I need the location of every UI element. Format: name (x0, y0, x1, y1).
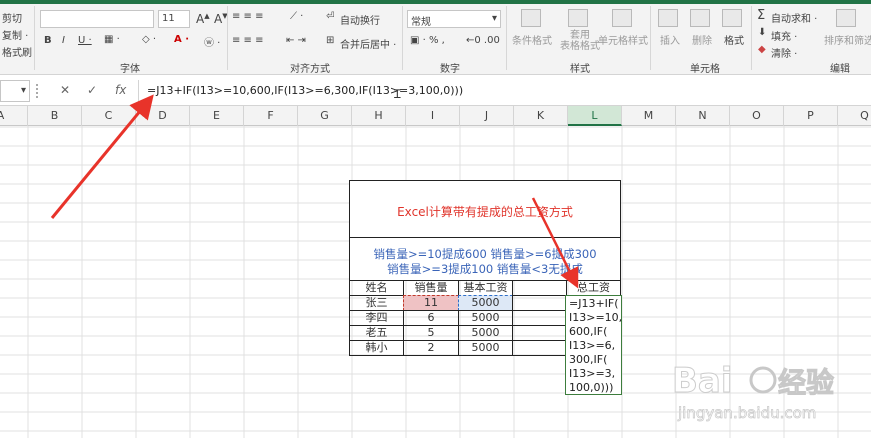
svg-text:经验: 经验 (778, 366, 834, 399)
arrow-to-total-salary (531, 197, 579, 289)
watermark-logo: Bai 经验 jingyan.baidu.com (672, 361, 835, 423)
svg-text:Bai: Bai (672, 361, 733, 401)
arrow-to-formula (50, 94, 154, 219)
svg-text:jingyan.baidu.com: jingyan.baidu.com (677, 404, 816, 422)
